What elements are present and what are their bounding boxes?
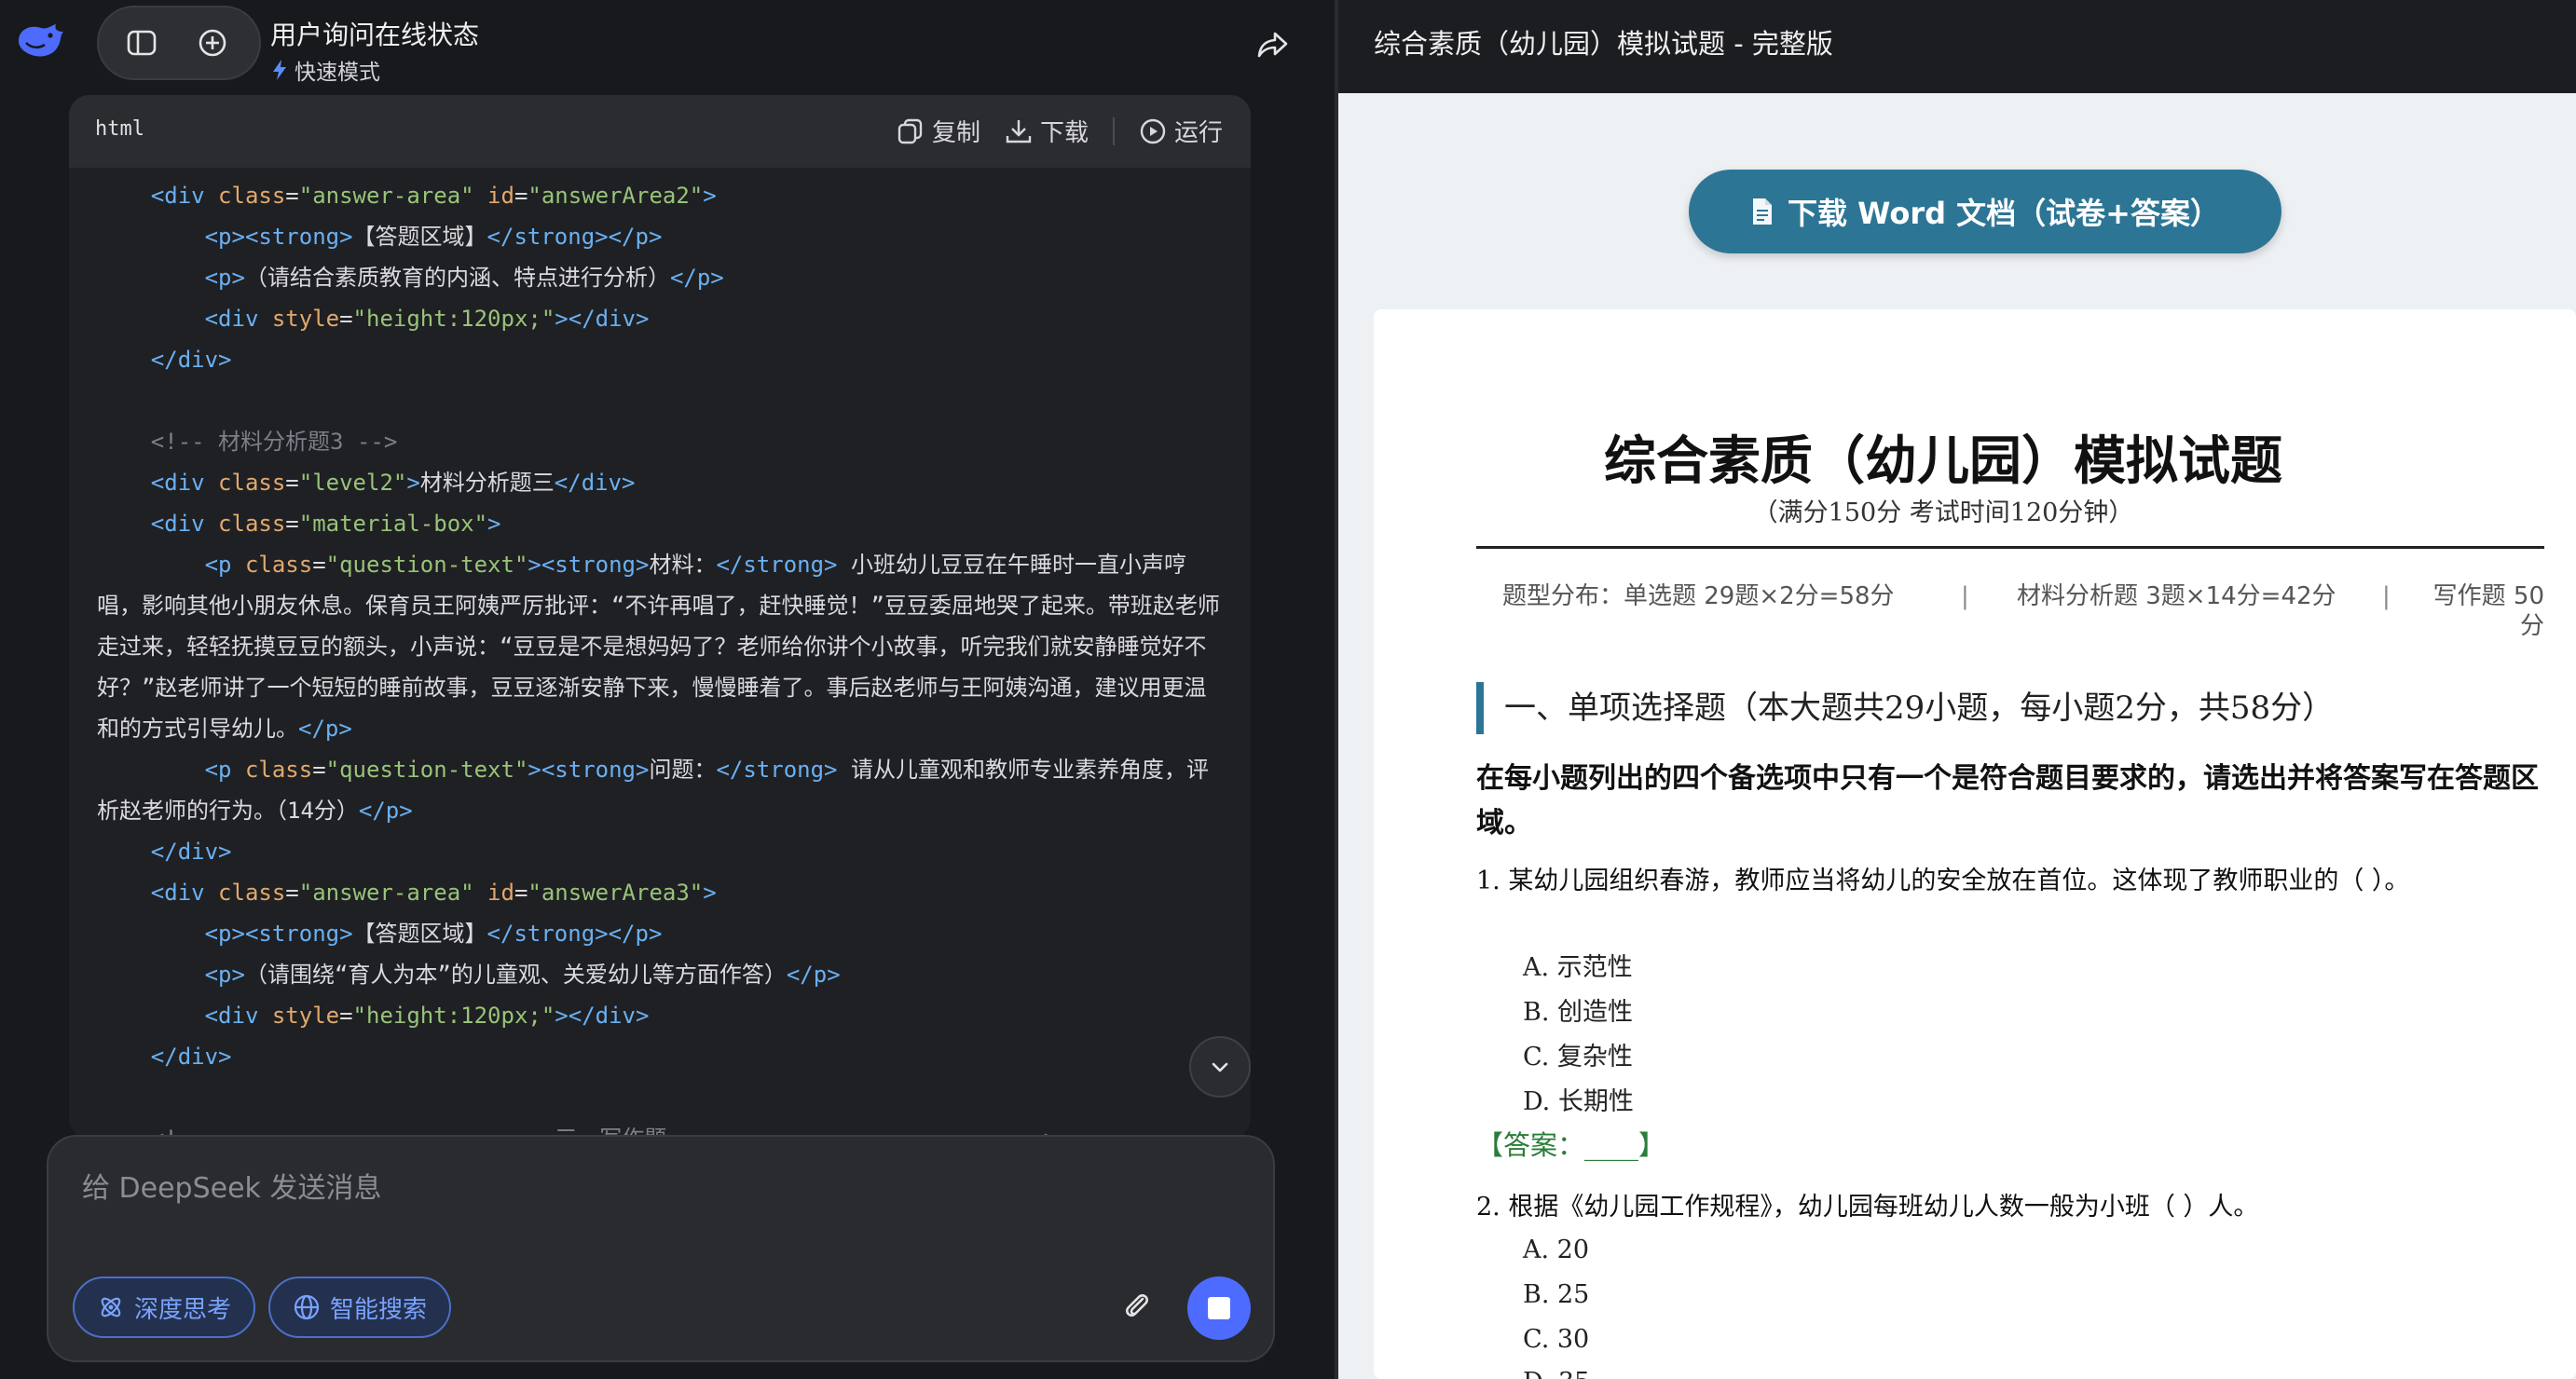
code-line: <p>（请结合素质教育的内涵、特点进行分析）</p> bbox=[204, 265, 724, 291]
option-d: D. 35 bbox=[1523, 1368, 1590, 1379]
option-a: A. 20 bbox=[1523, 1236, 1590, 1264]
code-line: <!-- 材料分析题3 --> bbox=[150, 429, 398, 455]
section-instruction: 在每小题列出的四个备选项中只有一个是符合题目要求的，请选出并将答案写在答题区域。 bbox=[1476, 762, 2539, 840]
mode-label: 快速模式 bbox=[295, 61, 380, 85]
message-input[interactable]: 给 DeepSeek 发送消息 bbox=[82, 1165, 381, 1206]
message-composer: 给 DeepSeek 发送消息 深度思考 智能搜索 bbox=[47, 1135, 1275, 1362]
share-icon[interactable] bbox=[1254, 26, 1292, 63]
web-search-toggle[interactable]: 智能搜索 bbox=[268, 1277, 452, 1338]
mode-indicator: 快速模式 bbox=[270, 54, 380, 86]
stop-icon bbox=[1208, 1297, 1230, 1319]
run-button[interactable]: 运行 bbox=[1139, 114, 1223, 148]
atom-icon bbox=[101, 1297, 121, 1318]
code-block-header: html 复制 下载 运行 bbox=[69, 95, 1251, 168]
conversation-title: 用户询问在线状态 bbox=[270, 20, 480, 50]
code-line: </div> bbox=[150, 1044, 232, 1070]
question-stem: 2. 根据《幼儿园工作规程》，幼儿园每班幼儿人数一般为小班（ ）人。 bbox=[1476, 1193, 2259, 1222]
download-button[interactable]: 下载 bbox=[1005, 114, 1089, 148]
distribution-material: 材料分析题 3题×14分=42分 bbox=[2017, 582, 2336, 610]
distribution-writing: 写作题 50分 bbox=[2432, 582, 2544, 640]
code-content: <div class="answer-area" id="answerArea2… bbox=[69, 168, 1251, 1139]
document-icon bbox=[1753, 198, 1773, 225]
code-line: <p class="question-text"><strong>材料：</st… bbox=[97, 552, 1220, 742]
sidebar-controls bbox=[97, 6, 261, 80]
code-language-label: html bbox=[95, 117, 144, 141]
code-line: </div> bbox=[150, 839, 232, 865]
title-rule bbox=[1476, 546, 2544, 549]
code-line: </div> bbox=[150, 347, 232, 373]
question-distribution: 题型分布：单选题 29题×2分=58分 | 材料分析题 3题×14分=42分 |… bbox=[1476, 581, 2544, 640]
answer-blank: 【答案：____】 bbox=[1476, 1129, 1666, 1161]
chevron-down-icon bbox=[1212, 1062, 1228, 1072]
option-a: A. 示范性 bbox=[1523, 953, 1633, 982]
web-search-label: 智能搜索 bbox=[330, 1295, 428, 1324]
code-line: <div style="height:120px;"></div> bbox=[204, 306, 650, 332]
distribution-separator: | bbox=[2382, 582, 2391, 610]
code-line: <div style="height:120px;"></div> bbox=[204, 1003, 650, 1029]
globe-icon bbox=[294, 1294, 320, 1320]
option-c: C. 30 bbox=[1523, 1325, 1590, 1354]
preview-panel: 综合素质（幼儿园）模拟试题 - 完整版 下载 Word 文档（试卷+答案） 综合… bbox=[1338, 0, 2576, 1379]
option-b: B. 25 bbox=[1523, 1280, 1590, 1309]
download-icon bbox=[1006, 119, 1032, 143]
code-actions: 复制 下载 运行 bbox=[897, 114, 1223, 148]
attach-icon[interactable] bbox=[1117, 1286, 1158, 1327]
action-separator bbox=[1112, 116, 1115, 145]
copy-label: 复制 bbox=[931, 119, 980, 147]
distribution-single-choice: 题型分布：单选题 29题×2分=58分 bbox=[1502, 582, 1895, 610]
code-block: html 复制 下载 运行 <div class="answer-area" i… bbox=[69, 95, 1251, 1139]
download-label: 下载 bbox=[1039, 119, 1089, 147]
code-line: <div class="answer-area" id="answerArea2… bbox=[150, 183, 717, 209]
chat-panel: 用户询问在线状态 快速模式 html 复制 下载 运行 <div class="… bbox=[0, 0, 1335, 1379]
exam-document: 综合素质（幼儿园）模拟试题 （满分150分 考试时间120分钟） 题型分布：单选… bbox=[1374, 309, 2576, 1379]
option-b: B. 创造性 bbox=[1523, 998, 1634, 1027]
code-line: <p>（请围绕“育人为本”的儿童观、关爱幼儿等方面作答）</p> bbox=[204, 962, 841, 988]
preview-title: 综合素质（幼儿园）模拟试题 - 完整版 bbox=[1374, 28, 1833, 60]
new-chat-icon[interactable] bbox=[190, 20, 235, 65]
deep-think-toggle[interactable]: 深度思考 bbox=[73, 1277, 256, 1338]
distribution-separator: | bbox=[1961, 582, 1969, 610]
copy-button[interactable]: 复制 bbox=[897, 114, 980, 148]
code-line: <p><strong>【答题区域】</strong></p> bbox=[204, 224, 663, 250]
deepseek-logo-icon[interactable] bbox=[15, 20, 67, 61]
document-title: 综合素质（幼儿园）模拟试题 bbox=[1604, 430, 2282, 492]
sidebar-toggle-icon[interactable] bbox=[119, 20, 164, 65]
question-stem: 1. 某幼儿园组织春游，教师应当将幼儿的安全放在首位。这体现了教师职业的（ ）。 bbox=[1476, 867, 2410, 895]
deep-think-label: 深度思考 bbox=[134, 1295, 232, 1324]
run-label: 运行 bbox=[1173, 119, 1223, 147]
play-icon bbox=[1140, 118, 1166, 143]
copy-icon bbox=[897, 118, 923, 143]
stop-generation-button[interactable] bbox=[1187, 1277, 1251, 1340]
preview-header: 综合素质（幼儿园）模拟试题 - 完整版 bbox=[1338, 0, 2576, 93]
code-line: <div class="level2">材料分析题三</div> bbox=[150, 470, 636, 496]
option-d: D. 长期性 bbox=[1523, 1087, 1634, 1116]
code-line: <p><strong>【答题区域】</strong></p> bbox=[204, 921, 663, 947]
lightning-icon bbox=[273, 60, 286, 80]
section-heading: 一、单项选择题（本大题共29小题，每小题2分，共58分） bbox=[1476, 682, 2544, 734]
download-word-label: 下载 Word 文档（试卷+答案） bbox=[1788, 196, 2220, 231]
code-line: <p class="question-text"><strong>问题：</st… bbox=[97, 757, 1209, 824]
code-line: <div class="material-box"> bbox=[150, 511, 501, 537]
download-word-button[interactable]: 下载 Word 文档（试卷+答案） bbox=[1689, 170, 2281, 253]
scroll-to-bottom-button[interactable] bbox=[1189, 1036, 1251, 1098]
document-subtitle: （满分150分 考试时间120分钟） bbox=[1752, 498, 2134, 527]
code-line: <div class="answer-area" id="answerArea3… bbox=[150, 880, 717, 906]
chat-topbar: 用户询问在线状态 快速模式 bbox=[0, 0, 1335, 93]
option-c: C. 复杂性 bbox=[1523, 1043, 1633, 1072]
